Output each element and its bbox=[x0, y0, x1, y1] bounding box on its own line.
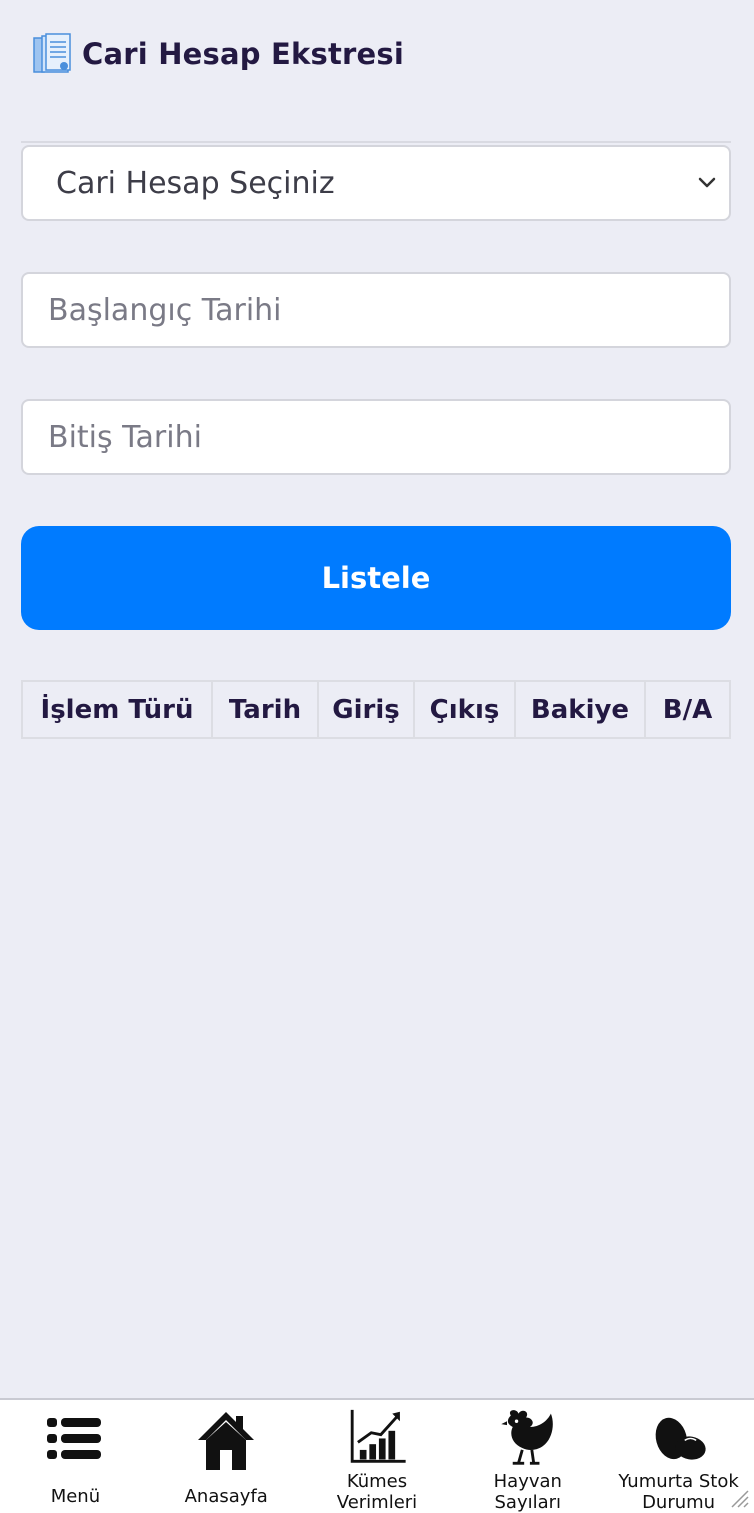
nav-label-line2: Sayıları bbox=[494, 1492, 562, 1513]
nav-label-egg-stock: Yumurta Stok Durumu bbox=[618, 1471, 738, 1513]
start-date-wrapper bbox=[21, 272, 731, 348]
nav-label-coop-yields: Kümes Verimleri bbox=[337, 1471, 417, 1513]
document-ledger-icon bbox=[33, 33, 71, 73]
nav-item-menu[interactable]: Menü bbox=[0, 1400, 151, 1513]
nav-label-line1: Yumurta Stok bbox=[618, 1471, 739, 1492]
chicken-icon bbox=[501, 1410, 553, 1465]
column-header-ba[interactable]: B/A bbox=[646, 682, 729, 737]
start-date-input[interactable] bbox=[23, 274, 729, 346]
growth-chart-icon bbox=[350, 1409, 406, 1463]
nav-label-line2: Verimleri bbox=[336, 1492, 418, 1513]
column-header-date[interactable]: Tarih bbox=[213, 682, 319, 737]
nav-label-animal-counts: Hayvan Sayıları bbox=[494, 1471, 562, 1513]
nav-label-line1: Hayvan bbox=[493, 1471, 562, 1492]
eggs-icon bbox=[655, 1417, 706, 1460]
bottom-nav: Menü Anasayfa Kümes Verimleri Hayvan Say… bbox=[0, 1398, 754, 1513]
nav-label-home: Anasayfa bbox=[184, 1486, 268, 1507]
nav-label-line1: Kümes bbox=[346, 1471, 408, 1492]
nav-item-coop-yields[interactable]: Kümes Verimleri bbox=[302, 1400, 453, 1513]
nav-item-animal-counts[interactable]: Hayvan Sayıları bbox=[452, 1400, 603, 1513]
column-header-credit[interactable]: Çıkış bbox=[415, 682, 516, 737]
account-select-value: Cari Hesap Seçiniz bbox=[56, 165, 335, 201]
chevron-down-icon bbox=[698, 177, 716, 188]
home-icon bbox=[198, 1412, 255, 1470]
end-date-wrapper bbox=[21, 399, 731, 475]
header-divider bbox=[21, 141, 731, 143]
nav-item-home[interactable]: Anasayfa bbox=[151, 1400, 302, 1513]
nav-label-menu: Menü bbox=[50, 1486, 101, 1507]
menu-icon bbox=[47, 1418, 102, 1459]
statement-table-header: İşlem Türü Tarih Giriş Çıkış Bakiye B/A bbox=[21, 680, 731, 739]
account-select[interactable]: Cari Hesap Seçiniz bbox=[21, 145, 731, 221]
resize-grip-icon[interactable] bbox=[726, 1485, 750, 1509]
list-button[interactable]: Listele bbox=[21, 526, 731, 630]
column-header-debit[interactable]: Giriş bbox=[319, 682, 415, 737]
column-header-transaction-type[interactable]: İşlem Türü bbox=[23, 682, 213, 737]
page-title: Cari Hesap Ekstresi bbox=[82, 37, 405, 71]
column-header-balance[interactable]: Bakiye bbox=[516, 682, 646, 737]
end-date-input[interactable] bbox=[23, 401, 729, 473]
page-header: Cari Hesap Ekstresi bbox=[32, 30, 404, 78]
nav-label-line2: Durumu bbox=[642, 1492, 716, 1513]
